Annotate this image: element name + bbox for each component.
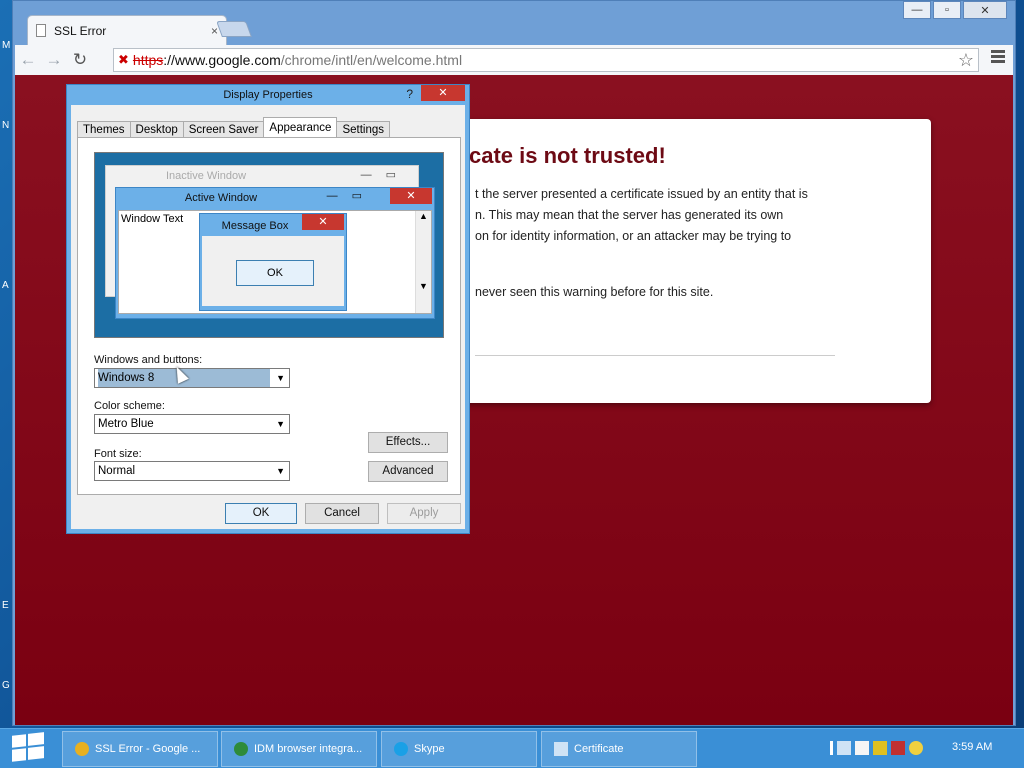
ssl-error-text: n. This may mean that the server has gen… xyxy=(475,208,784,222)
ssl-error-text: never seen this warning before for this … xyxy=(475,285,714,299)
preview-active-window: Active Window —▭ ✕ Window Text ▲ ▼ Messag… xyxy=(115,187,435,319)
taskbar-item-certificate[interactable]: Certificate xyxy=(541,731,697,767)
url-host: ://www.google.com xyxy=(163,52,281,68)
address-bar[interactable]: ✖ https ://www.google.com /chrome/intl/e… xyxy=(113,48,979,72)
cancel-button[interactable]: Cancel xyxy=(305,503,379,524)
ssl-error-text: t the server presented a certificate iss… xyxy=(475,187,808,201)
clock[interactable]: 3:59 AM xyxy=(952,741,992,753)
dialog-body: Themes Desktop Screen Saver Appearance S… xyxy=(71,105,465,529)
desktop-icon-label[interactable]: N xyxy=(2,120,9,131)
font-size-label: Font size: xyxy=(94,448,142,460)
apply-button[interactable]: Apply xyxy=(387,503,461,524)
minimize-button[interactable]: — xyxy=(903,1,931,19)
tab-title: SSL Error xyxy=(54,23,107,38)
start-button[interactable] xyxy=(12,732,46,763)
certificate-icon xyxy=(554,742,568,756)
tray-overflow-icon[interactable] xyxy=(830,741,833,755)
taskbar-item-label: Skype xyxy=(414,743,445,755)
desktop-icon-label[interactable]: M xyxy=(2,40,10,51)
help-button[interactable]: ? xyxy=(406,87,413,101)
inactive-window-title: Inactive Window xyxy=(165,170,247,182)
window-controls: — ▫ ✕ xyxy=(901,1,1007,19)
url-path: /chrome/intl/en/welcome.html xyxy=(280,52,463,68)
shield-icon[interactable] xyxy=(873,741,887,755)
taskbar: SSL Error - Google ... IDM browser integ… xyxy=(0,728,1024,768)
appearance-panel: Inactive Window —▭ Active Window —▭ ✕ Wi… xyxy=(77,137,461,495)
preview-ok-button: OK xyxy=(236,260,314,286)
font-size-value: Normal xyxy=(98,465,136,477)
ssl-error-card: cate is not trusted! t the server presen… xyxy=(435,119,931,403)
appearance-preview: Inactive Window —▭ Active Window —▭ ✕ Wi… xyxy=(94,152,444,338)
display-properties-dialog: Display Properties ? ✕ Themes Desktop Sc… xyxy=(66,84,470,534)
active-window-controls: —▭ xyxy=(326,190,376,202)
divider xyxy=(475,355,835,356)
dropdown-arrow-icon: ▼ xyxy=(276,419,285,429)
bookmark-star-icon[interactable]: ☆ xyxy=(958,50,974,71)
color-scheme-label: Color scheme: xyxy=(94,400,165,412)
tab-appearance[interactable]: Appearance xyxy=(263,117,338,139)
maximize-button[interactable]: ▫ xyxy=(933,1,961,19)
dropdown-arrow-icon: ▼ xyxy=(276,466,285,476)
desktop-icon-label[interactable]: A xyxy=(2,280,9,291)
browser-tab[interactable]: SSL Error × xyxy=(27,15,227,45)
font-size-select[interactable]: Normal ▼ xyxy=(94,461,290,481)
network-icon[interactable] xyxy=(837,741,851,755)
inactive-window-controls: —▭ xyxy=(360,169,410,181)
taskbar-item-idm[interactable]: IDM browser integra... xyxy=(221,731,377,767)
preview-client-area: Window Text ▲ ▼ Message Box ✕ OK xyxy=(118,210,432,314)
url-scheme: https xyxy=(132,52,164,68)
dropdown-arrow-icon: ▼ xyxy=(276,373,285,383)
taskbar-item-chrome[interactable]: SSL Error - Google ... xyxy=(62,731,218,767)
ssl-error-title: cate is not trusted! xyxy=(469,143,666,168)
ssl-error-text: on for identity information, or an attac… xyxy=(475,229,792,243)
advanced-button[interactable]: Advanced xyxy=(368,461,448,482)
taskbar-item-skype[interactable]: Skype xyxy=(381,731,537,767)
taskbar-item-label: Certificate xyxy=(574,743,624,755)
document-icon xyxy=(36,24,46,37)
chrome-icon xyxy=(75,742,89,756)
reload-icon[interactable]: ↻ xyxy=(67,50,93,70)
color-scheme-value: Metro Blue xyxy=(98,418,154,430)
skype-icon xyxy=(394,742,408,756)
dialog-close-button[interactable]: ✕ xyxy=(421,85,465,101)
effects-button[interactable]: Effects... xyxy=(368,432,448,453)
flag-icon[interactable] xyxy=(855,741,869,755)
app-tray-icon[interactable] xyxy=(891,741,905,755)
system-tray xyxy=(830,741,923,755)
close-window-button[interactable]: ✕ xyxy=(963,1,1007,19)
broken-lock-icon[interactable]: ✖ xyxy=(118,52,129,68)
idm-icon xyxy=(234,742,248,756)
taskbar-item-label: IDM browser integra... xyxy=(254,743,363,755)
new-tab-button[interactable] xyxy=(216,21,252,37)
color-scheme-select[interactable]: Metro Blue ▼ xyxy=(94,414,290,434)
message-box-close-icon: ✕ xyxy=(302,214,344,230)
desktop-icon-label[interactable]: G xyxy=(2,680,10,691)
preview-message-box: Message Box ✕ OK xyxy=(199,213,347,311)
forward-icon[interactable]: → xyxy=(41,50,67,70)
ok-button[interactable]: OK xyxy=(225,503,297,524)
taskbar-item-label: SSL Error - Google ... xyxy=(95,743,201,755)
dialog-tabs: Themes Desktop Screen Saver Appearance S… xyxy=(77,117,391,139)
desktop-icon-label[interactable]: E xyxy=(2,600,9,611)
preview-scrollbar: ▲ ▼ xyxy=(415,211,431,313)
browser-toolbar: ← → ↻ ✖ https ://www.google.com /chrome/… xyxy=(15,45,1013,75)
preview-close-icon: ✕ xyxy=(390,188,432,204)
smiley-icon[interactable] xyxy=(909,741,923,755)
preview-window-text: Window Text xyxy=(121,213,184,225)
windows-buttons-label: Windows and buttons: xyxy=(94,354,203,366)
chrome-menu-icon[interactable] xyxy=(991,50,1005,65)
active-window-title: Active Window xyxy=(184,192,258,204)
windows-buttons-select[interactable]: Windows 8 ▼ xyxy=(94,368,290,388)
message-box-title: Message Box xyxy=(221,220,289,232)
back-icon[interactable]: ← xyxy=(15,50,41,70)
